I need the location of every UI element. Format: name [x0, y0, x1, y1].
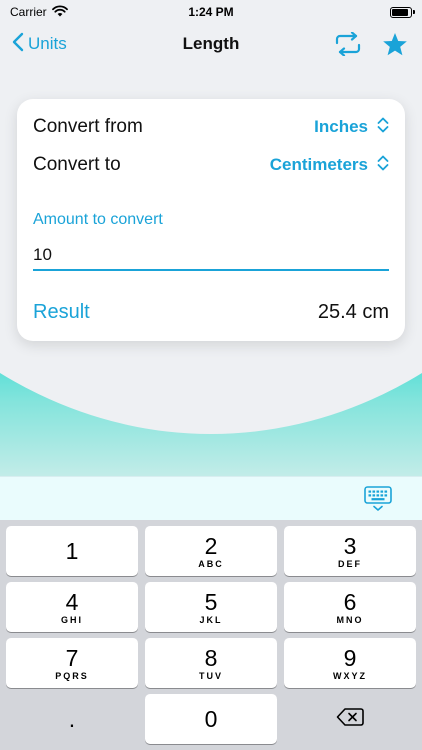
battery-level	[392, 8, 408, 16]
back-label: Units	[28, 34, 67, 53]
convert-to-label: Convert to	[33, 154, 121, 175]
key-digit: 4	[65, 588, 79, 615]
key-letters: DEF	[338, 558, 362, 569]
wifi-icon	[51, 5, 68, 20]
convert-to-row: Convert to Centimeters	[33, 153, 389, 177]
key-letters: ABC	[198, 558, 224, 569]
convert-from-row: Convert from Inches	[33, 115, 389, 139]
key-letters: PQRS	[55, 670, 89, 681]
key-digit: 5	[204, 588, 218, 615]
key-5[interactable]: 5 JKL	[145, 582, 277, 632]
number-keypad: 1 2 ABC 3 DEF 4 GHI 5 JKL 6 MNO 7 PQRS 8…	[0, 520, 422, 750]
key-9[interactable]: 9 WXYZ	[284, 638, 416, 688]
key-letters: GHI	[60, 614, 83, 625]
to-unit-picker[interactable]: Centimeters	[270, 154, 389, 177]
result-label: Result	[33, 300, 90, 323]
from-unit-picker[interactable]: Inches	[314, 116, 389, 139]
back-button[interactable]: Units	[12, 32, 67, 57]
key-letters: WXYZ	[333, 670, 367, 681]
key-letters: MNO	[336, 614, 364, 625]
amount-input[interactable]	[33, 241, 389, 271]
keyboard-accessory-bar	[0, 476, 422, 520]
amount-label: Amount to convert	[33, 211, 163, 228]
key-0[interactable]: 0	[145, 694, 277, 744]
key-6[interactable]: 6 MNO	[284, 582, 416, 632]
navigation-bar: Units Length	[0, 24, 422, 64]
key-1[interactable]: 1	[6, 526, 138, 576]
chevron-left-icon	[12, 32, 24, 57]
to-unit-value: Centimeters	[269, 155, 368, 174]
key-letters: TUV	[199, 670, 223, 681]
carrier-label: Carrier	[10, 5, 47, 19]
backspace-icon	[336, 707, 364, 732]
key-2[interactable]: 2 ABC	[145, 526, 277, 576]
key-7[interactable]: 7 PQRS	[6, 638, 138, 688]
result-row: Result 25.4 cm	[33, 299, 389, 325]
key-3[interactable]: 3 DEF	[284, 526, 416, 576]
chevron-up-down-icon	[377, 116, 389, 139]
key-digit: .	[68, 706, 76, 732]
key-digit: 2	[204, 532, 218, 559]
key-digit: 9	[343, 644, 357, 671]
nav-actions	[334, 32, 408, 57]
battery-icon	[390, 6, 415, 18]
status-left: Carrier	[10, 5, 68, 20]
key-digit: 3	[343, 532, 357, 559]
key-digit: 6	[343, 588, 357, 615]
status-bar: Carrier 1:24 PM	[0, 0, 422, 24]
key-digit: 0	[204, 706, 218, 732]
key-digit: 8	[204, 644, 218, 671]
key-letters: JKL	[199, 614, 223, 625]
key-digit: 1	[65, 538, 79, 564]
chevron-up-down-icon	[377, 154, 389, 177]
converter-card: Convert from Inches Convert to Centimete…	[17, 99, 405, 341]
swap-icon[interactable]	[334, 32, 362, 56]
from-unit-value: Inches	[314, 117, 368, 136]
convert-from-label: Convert from	[33, 116, 143, 137]
delete-key[interactable]	[284, 694, 416, 744]
key-4[interactable]: 4 GHI	[6, 582, 138, 632]
key-8[interactable]: 8 TUV	[145, 638, 277, 688]
key-digit: 7	[65, 644, 79, 671]
keyboard-dismiss-icon[interactable]	[364, 486, 392, 517]
result-value: 25.4 cm	[317, 300, 389, 323]
star-icon[interactable]	[382, 32, 408, 57]
key-decimal[interactable]: .	[6, 694, 138, 744]
